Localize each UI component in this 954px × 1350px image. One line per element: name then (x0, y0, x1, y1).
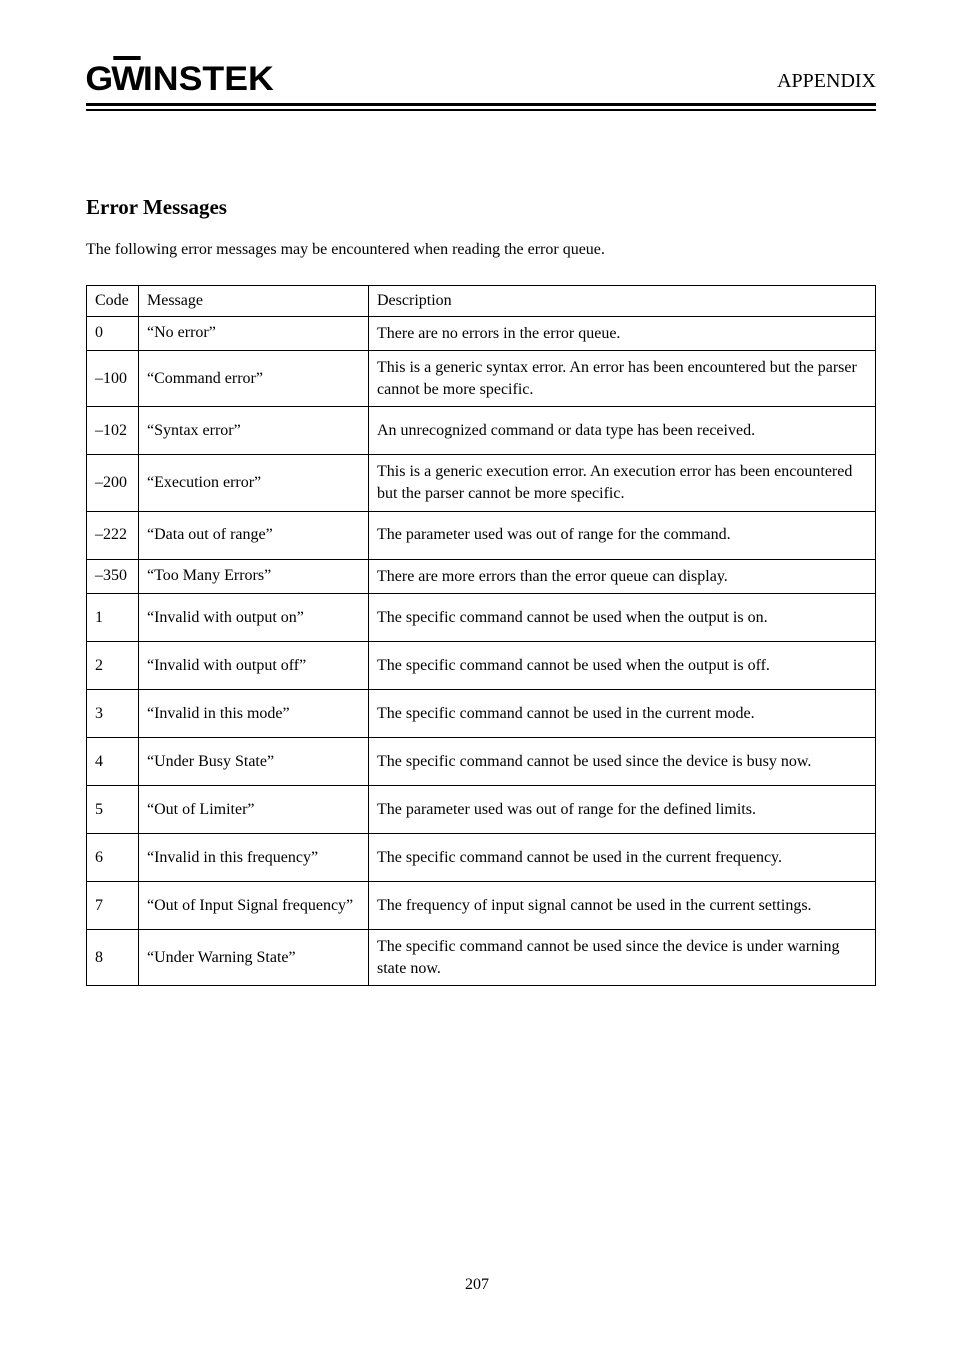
error-message: “Data out of range” (139, 511, 369, 559)
error-message: “Invalid in this mode” (139, 690, 369, 738)
page-header: G W INSTEK APPENDIX (86, 60, 876, 111)
error-message: “Command error” (139, 351, 369, 407)
section-title: Error Messages (86, 195, 876, 220)
error-message: “Too Many Errors” (139, 559, 369, 594)
error-description: There are no errors in the error queue. (369, 316, 876, 351)
table-row: –102“Syntax error”An unrecognized comman… (87, 407, 876, 455)
table-row: 2“Invalid with output off”The specific c… (87, 642, 876, 690)
error-message: “Invalid with output off” (139, 642, 369, 690)
table-row: 5“Out of Limiter”The parameter used was … (87, 786, 876, 834)
error-message: “Execution error” (139, 455, 369, 511)
table-row: 3“Invalid in this mode”The specific comm… (87, 690, 876, 738)
table-row: 7“Out of Input Signal frequency”The freq… (87, 882, 876, 930)
header-rule-thick (86, 103, 876, 106)
error-message: “Invalid with output on” (139, 594, 369, 642)
error-description: The specific command cannot be used when… (369, 642, 876, 690)
table-row: 8“Under Warning State”The specific comma… (87, 930, 876, 986)
error-description: The specific command cannot be used sinc… (369, 738, 876, 786)
error-description: The parameter used was out of range for … (369, 786, 876, 834)
error-description: The specific command cannot be used sinc… (369, 930, 876, 986)
logo-text-instek: INSTEK (142, 60, 273, 99)
error-code: 7 (87, 882, 139, 930)
error-message: “Out of Input Signal frequency” (139, 882, 369, 930)
brand-logo: G W INSTEK (86, 60, 876, 99)
error-message: “No error” (139, 316, 369, 351)
table-header-message: Message (139, 285, 369, 316)
error-code: 1 (87, 594, 139, 642)
table-header-description: Description (369, 285, 876, 316)
error-message: “Out of Limiter” (139, 786, 369, 834)
table-row: –100“Command error”This is a generic syn… (87, 351, 876, 407)
error-code: –102 (87, 407, 139, 455)
table-header-row: Code Message Description (87, 285, 876, 316)
table-row: 1“Invalid with output on”The specific co… (87, 594, 876, 642)
error-code: 3 (87, 690, 139, 738)
error-description: This is a generic execution error. An ex… (369, 455, 876, 511)
table-row: 4“Under Busy State”The specific command … (87, 738, 876, 786)
table-row: 0“No error”There are no errors in the er… (87, 316, 876, 351)
error-code: –222 (87, 511, 139, 559)
error-message: “Syntax error” (139, 407, 369, 455)
error-code: –100 (87, 351, 139, 407)
section-description: The following error messages may be enco… (86, 238, 876, 261)
error-message: “Invalid in this frequency” (139, 834, 369, 882)
error-description: The parameter used was out of range for … (369, 511, 876, 559)
page-content: Error Messages The following error messa… (86, 195, 876, 987)
error-description: The frequency of input signal cannot be … (369, 882, 876, 930)
error-messages-table: Code Message Description 0“No error”Ther… (86, 285, 876, 987)
error-code: –200 (87, 455, 139, 511)
error-description: An unrecognized command or data type has… (369, 407, 876, 455)
logo-letter-g: G (85, 60, 112, 99)
table-header-code: Code (87, 285, 139, 316)
error-message: “Under Busy State” (139, 738, 369, 786)
logo-letter-w-text: W (112, 60, 145, 98)
error-code: 4 (87, 738, 139, 786)
error-code: 0 (87, 316, 139, 351)
error-code: 8 (87, 930, 139, 986)
logo-w-overline-icon (114, 56, 141, 60)
table-row: –350“Too Many Errors”There are more erro… (87, 559, 876, 594)
page-number: 207 (465, 1276, 489, 1293)
error-description: The specific command cannot be used in t… (369, 690, 876, 738)
error-code: 5 (87, 786, 139, 834)
table-row: –222“Data out of range”The parameter use… (87, 511, 876, 559)
error-description: The specific command cannot be used when… (369, 594, 876, 642)
table-row: –200“Execution error”This is a generic e… (87, 455, 876, 511)
error-code: 6 (87, 834, 139, 882)
error-code: –350 (87, 559, 139, 594)
logo-letter-w: W (112, 60, 145, 99)
header-rule-thin (86, 109, 876, 111)
table-row: 6“Invalid in this frequency”The specific… (87, 834, 876, 882)
error-description: The specific command cannot be used in t… (369, 834, 876, 882)
error-description: This is a generic syntax error. An error… (369, 351, 876, 407)
header-section-label: APPENDIX (777, 70, 876, 93)
error-code: 2 (87, 642, 139, 690)
page-footer: 207 (0, 1276, 954, 1294)
error-description: There are more errors than the error que… (369, 559, 876, 594)
error-message: “Under Warning State” (139, 930, 369, 986)
